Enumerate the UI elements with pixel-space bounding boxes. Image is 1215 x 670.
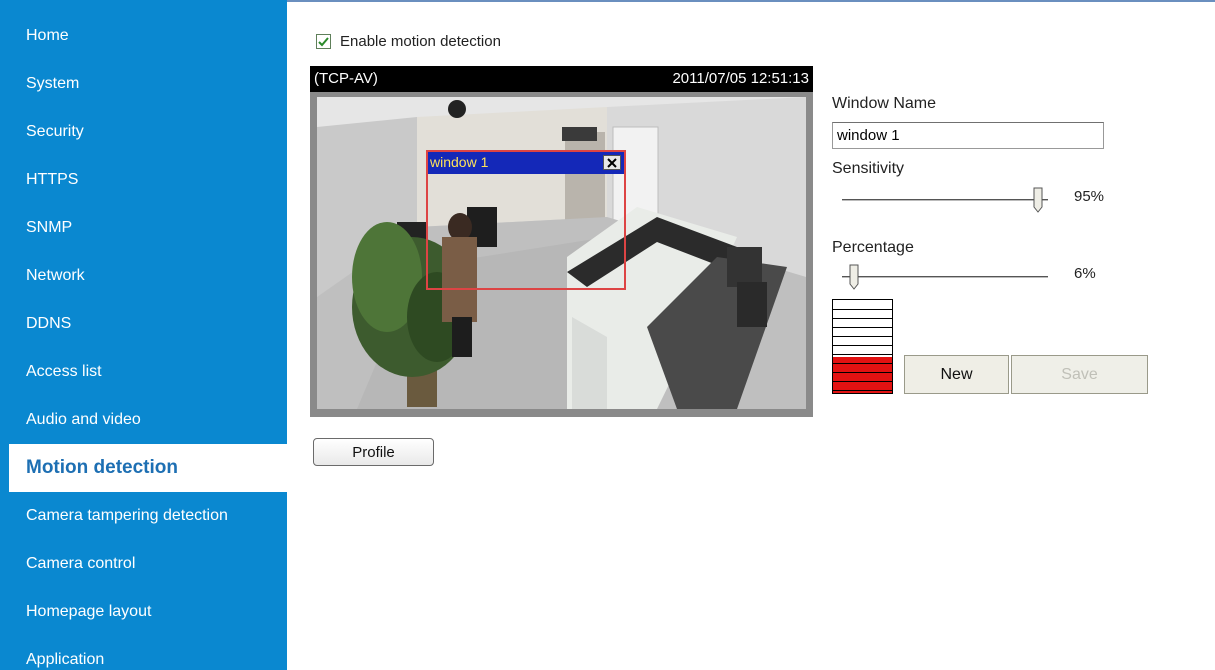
motion-level-gridline	[833, 390, 892, 391]
sidebar: Home System Security HTTPS SNMP Network DDNS Ac…	[0, 0, 287, 670]
sidebar-item-access-list[interactable]: Access list	[0, 348, 287, 396]
enable-motion-label: Enable motion detection	[340, 33, 501, 50]
checkmark-icon	[318, 36, 329, 46]
sensitivity-slider[interactable]	[842, 187, 1048, 213]
sensitivity-value: 95%	[1074, 188, 1105, 205]
motion-level-gridline	[833, 336, 892, 337]
sensitivity-label: Sensitivity	[832, 160, 905, 177]
close-icon[interactable]	[603, 155, 621, 170]
percentage-value: 6%	[1074, 265, 1096, 282]
sidebar-item-https[interactable]: HTTPS	[0, 156, 287, 204]
profile-button[interactable]: Profile	[313, 438, 434, 466]
percentage-slider-track	[842, 276, 1048, 278]
motion-level-gridline	[833, 327, 892, 328]
stream-type: (TCP-AV)	[314, 70, 378, 87]
sensitivity-slider-thumb[interactable]	[1033, 187, 1043, 213]
percentage-slider-thumb[interactable]	[849, 264, 859, 290]
motion-level-gridline	[833, 381, 892, 382]
motion-level-gridline	[833, 309, 892, 310]
sensitivity-slider-track	[842, 199, 1048, 201]
motion-level-gridline	[833, 345, 892, 346]
top-divider	[287, 0, 1215, 2]
motion-level-gridline	[833, 372, 892, 373]
video-timestamp: 2011/07/05 12:51:13	[672, 70, 809, 87]
percentage-slider[interactable]	[842, 264, 1048, 290]
sidebar-item-camera-tampering-detection[interactable]: Camera tampering detection	[0, 492, 287, 540]
percentage-label: Percentage	[832, 239, 914, 256]
sidebar-item-home[interactable]: Home	[0, 12, 287, 60]
motion-level-gridline	[833, 363, 892, 364]
sidebar-item-homepage-layout[interactable]: Homepage layout	[0, 588, 287, 636]
video-info-bar: (TCP-AV) 2011/07/05 12:51:13	[310, 66, 813, 92]
enable-motion-checkbox[interactable]	[316, 34, 331, 49]
window-name-input[interactable]	[832, 122, 1104, 149]
save-button[interactable]: Save	[1011, 355, 1148, 394]
sidebar-item-audio-and-video[interactable]: Audio and video	[0, 396, 287, 444]
sidebar-item-camera-control[interactable]: Camera control	[0, 540, 287, 588]
sidebar-item-ddns[interactable]: DDNS	[0, 300, 287, 348]
motion-window[interactable]: window 1	[426, 150, 626, 290]
motion-window-title: window 1	[428, 152, 624, 174]
motion-level-indicator	[832, 299, 893, 394]
window-name-label: Window Name	[832, 95, 937, 112]
sidebar-item-network[interactable]: Network	[0, 252, 287, 300]
sidebar-item-system[interactable]: System	[0, 60, 287, 108]
sidebar-item-motion-detection[interactable]: Motion detection	[9, 444, 287, 492]
sidebar-item-security[interactable]: Security	[0, 108, 287, 156]
sidebar-item-snmp[interactable]: SNMP	[0, 204, 287, 252]
new-button[interactable]: New	[904, 355, 1009, 394]
sidebar-item-application[interactable]: Application	[0, 636, 287, 670]
enable-motion-row[interactable]: Enable motion detection	[316, 33, 501, 50]
motion-level-gridline	[833, 354, 892, 355]
motion-level-gridline	[833, 318, 892, 319]
